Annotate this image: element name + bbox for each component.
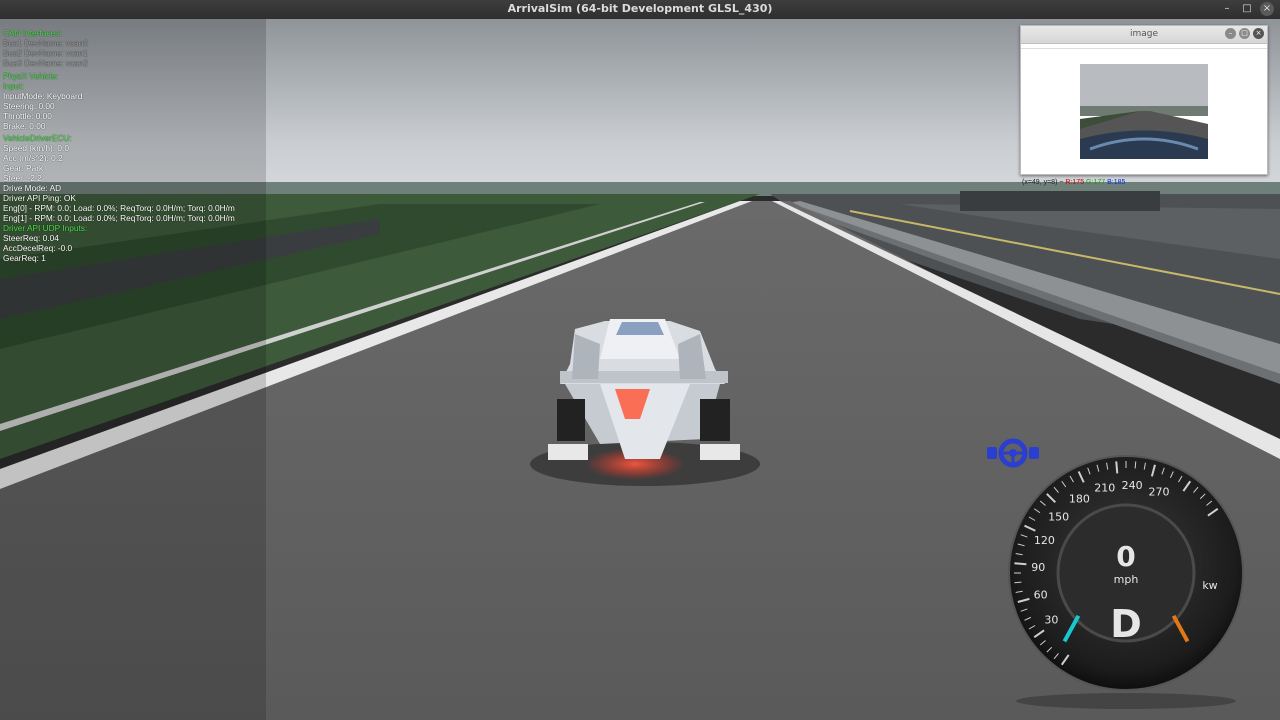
maximize-icon[interactable]: □ — [1240, 2, 1254, 16]
can-line: Bus2 DevName: vcan1 — [3, 48, 88, 58]
window-titlebar: ArrivalSim (64-bit Development GLSL_430)… — [0, 0, 1280, 20]
vdi-line: Speed (km/h): 0.0 — [3, 143, 69, 153]
input-line: InputMode: Keyboard — [3, 91, 83, 101]
gear-indicator: D — [1110, 602, 1142, 646]
speed-value: 0 — [1116, 540, 1135, 573]
input-line: Throttle: 0.00 — [3, 111, 52, 121]
close-icon[interactable]: × — [1253, 28, 1264, 39]
vdi-line: Drive Mode: AD — [3, 183, 62, 193]
gauge-tick — [1115, 461, 1119, 474]
gauge-scale-label: 150 — [1048, 510, 1069, 523]
minimize-icon[interactable]: – — [1225, 28, 1236, 39]
speedometer-gauge: 0 mph D kw 30 60 90 120 150180 210 240 270 — [1008, 455, 1244, 709]
udp-line: GearReq: 1 — [3, 253, 46, 263]
vdi-line: Steer: -2.2 — [3, 173, 42, 183]
close-icon[interactable]: × — [1260, 2, 1274, 16]
maximize-icon[interactable]: □ — [1239, 28, 1250, 39]
vdi-header: VehicleDriverECU: — [3, 133, 72, 143]
gauge-scale-label: 90 — [1031, 561, 1045, 574]
camera-image-window[interactable]: image – □ × (x=49, y=8) ~ R:175 G:177 B:… — [1020, 25, 1268, 186]
gauge-tick — [1014, 581, 1022, 584]
pixel-readout: (x=49, y=8) ~ R:175 G:177 B:185 — [1022, 179, 1126, 186]
gauge-tick — [1014, 562, 1027, 566]
minimize-icon[interactable]: – — [1220, 2, 1234, 16]
input-header: Input: — [3, 81, 24, 91]
gauge-scale-label: 240 — [1122, 479, 1143, 492]
udp-header: Driver API UDP Inputs: — [3, 223, 88, 233]
vdi-line: Eng[1] - RPM: 0.0; Load: 0.0%; ReqTorq: … — [3, 213, 235, 223]
vdi-line: Driver API Ping: OK — [3, 193, 76, 203]
udp-line: SteerReq: 0.04 — [3, 233, 59, 243]
gauge-scale-label: 120 — [1034, 534, 1055, 547]
vdi-line: Eng[0] - RPM: 0.0; Load: 0.0%; ReqTorq: … — [3, 203, 235, 213]
power-label: kw — [1202, 579, 1217, 592]
simulation-viewport[interactable]: CAN Interfaces: Bus1 DevName: vcan0 Bus2… — [0, 19, 1280, 720]
can-header: CAN Interfaces: — [3, 28, 62, 38]
speed-unit: mph — [1114, 573, 1139, 586]
input-line: Steering: 0.00 — [3, 101, 55, 111]
input-line: Brake: 0.00 — [3, 121, 46, 131]
gauge-scale-label: 180 — [1069, 492, 1090, 505]
vehicle-header: PhysX Vehicle: — [3, 71, 59, 81]
gauge-tick — [1134, 461, 1137, 469]
gauge-scale-label: 30 — [1044, 614, 1058, 627]
can-line: Bus1 DevName: vcan0 — [3, 38, 88, 48]
gauge-scale-label: 60 — [1034, 588, 1048, 601]
vdi-line: Acc (m/s^2): 0.2 — [3, 153, 63, 163]
image-window-titlebar[interactable]: image – □ × — [1021, 26, 1267, 44]
can-line: Bus3 DevName: vcan2 — [3, 58, 88, 68]
vdi-line: Gear: Park — [3, 163, 44, 173]
gauge-scale-label: 210 — [1094, 482, 1115, 495]
camera-feed-image — [1080, 64, 1208, 159]
debug-hud: CAN Interfaces: Bus1 DevName: vcan0 Bus2… — [3, 28, 235, 263]
window-title: ArrivalSim (64-bit Development GLSL_430) — [507, 2, 773, 15]
udp-line: AccDecelReq: -0.0 — [3, 243, 73, 253]
gauge-scale-label: 270 — [1148, 485, 1169, 498]
